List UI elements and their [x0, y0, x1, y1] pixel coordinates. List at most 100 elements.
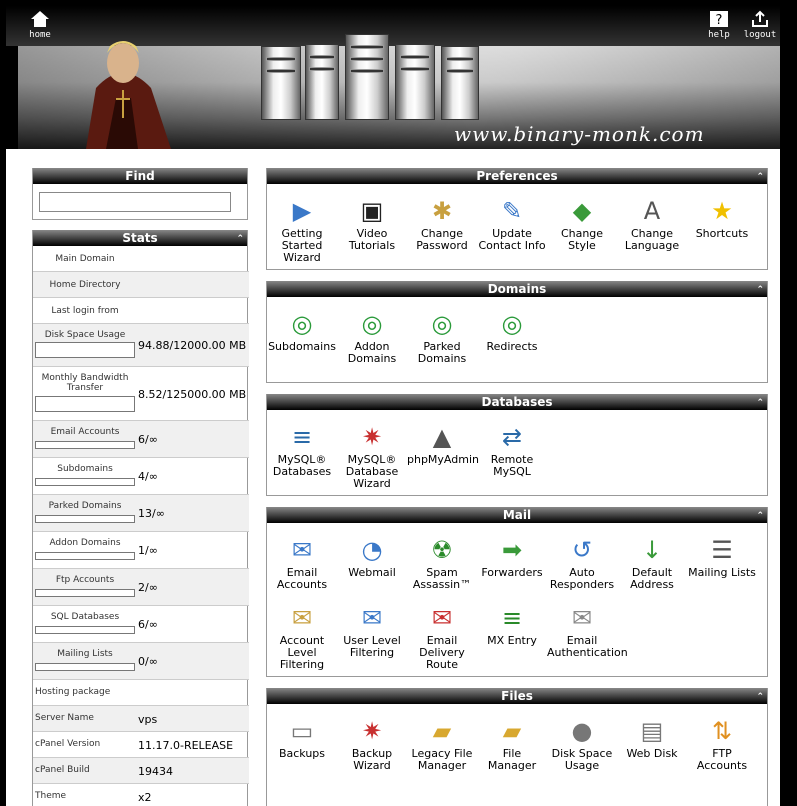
preferences-item-update-contact-info[interactable]: ✎ Update Contact Info	[477, 196, 547, 252]
stat-label: Home Directory	[49, 280, 121, 290]
files-item-ftp-accounts[interactable]: ⇅ FTP Accounts	[687, 716, 757, 772]
collapse-icon[interactable]: ⌃	[756, 689, 764, 705]
envelope-icon: ✉	[291, 536, 313, 564]
mail-item-spam-assassin[interactable]: ☢ Spam Assassin™	[407, 535, 477, 591]
home-label: home	[29, 30, 51, 40]
files-item-backups[interactable]: ▭ Backups	[267, 716, 337, 760]
webmail-icon: ◔	[361, 536, 383, 564]
item-label: Remote MySQL	[490, 453, 534, 478]
folder-icon: ▰	[432, 717, 452, 745]
globe-icon: ◎	[501, 310, 523, 338]
stat-value: 94.88/12000.00 MB	[138, 339, 247, 352]
files-item-legacy-file-manager[interactable]: ▰ Legacy File Manager	[407, 716, 477, 772]
phpmyadmin-icon: ▲	[432, 423, 452, 451]
help-label: help	[708, 30, 730, 40]
item-label: Email Authentication	[547, 634, 628, 659]
preferences-panel: Preferences ⌃ ▶ Getting Started Wizard ▣ Vide…	[266, 168, 768, 270]
wizard-icon: ▶	[292, 197, 312, 225]
stat-row: cPanel Version 11.17.0-RELEASE	[33, 732, 249, 758]
item-label: Legacy File Manager	[411, 747, 473, 772]
mail-item-email-accounts[interactable]: ✉ Email Accounts	[267, 535, 337, 591]
stat-row: Theme x2	[33, 784, 249, 806]
stat-label: cPanel Build	[35, 765, 90, 775]
databases-item-remote-mysql[interactable]: ⇄ Remote MySQL	[477, 422, 547, 478]
collapse-icon[interactable]: ⌃	[756, 508, 764, 524]
stat-label: Ftp Accounts	[55, 575, 115, 585]
stat-label: Monthly Bandwidth Transfer	[41, 373, 129, 393]
item-label: Default Address	[630, 566, 674, 591]
files-item-backup-wizard[interactable]: ✷ Backup Wizard	[337, 716, 407, 772]
item-label: Change Style	[560, 227, 604, 252]
logout-button[interactable]: logout	[740, 10, 780, 40]
stat-label: Mailing Lists	[57, 649, 113, 659]
mail-item-default-address[interactable]: ↓ Default Address	[617, 535, 687, 591]
stat-row: Server Name vps	[33, 706, 249, 732]
spamassassin-icon: ☢	[431, 536, 453, 564]
domains-item-parked-domains[interactable]: ◎ Parked Domains	[407, 309, 477, 365]
preferences-item-change-language[interactable]: A Change Language	[617, 196, 687, 252]
mail-item-account-level-filtering[interactable]: ✉ Account Level Filtering	[267, 603, 337, 671]
globe-icon: ◎	[431, 310, 453, 338]
stat-row: Parked Domains 13/∞	[33, 495, 249, 532]
domains-item-addon-domains[interactable]: ◎ Addon Domains	[337, 309, 407, 365]
mail-item-user-level-filtering[interactable]: ✉ User Level Filtering	[337, 603, 407, 659]
preferences-item-shortcuts[interactable]: ★ Shortcuts	[687, 196, 757, 240]
mail-panel-header: Mail ⌃	[267, 507, 767, 523]
item-label: Web Disk	[626, 747, 678, 760]
preferences-item-change-style[interactable]: ◆ Change Style	[547, 196, 617, 252]
mail-item-email-authentication[interactable]: ✉ Email Authentication	[547, 603, 628, 659]
item-label: Forwarders	[481, 566, 543, 579]
databases-item-mysql-database-wizard[interactable]: ✷ MySQL® Database Wizard	[337, 422, 407, 490]
item-label: Mailing Lists	[688, 566, 756, 579]
mail-item-mx-entry[interactable]: ≡ MX Entry	[477, 603, 547, 647]
item-label: Subdomains	[268, 340, 336, 353]
palette-icon: ◆	[572, 197, 592, 225]
route-icon: ✉	[431, 604, 453, 632]
auth-icon: ✉	[571, 604, 593, 632]
databases-item-mysql-databases[interactable]: ≡ MySQL® Databases	[267, 422, 337, 478]
domains-item-redirects[interactable]: ◎ Redirects	[477, 309, 547, 353]
preferences-item-getting-started-wizard[interactable]: ▶ Getting Started Wizard	[267, 196, 337, 264]
files-item-file-manager[interactable]: ▰ File Manager	[477, 716, 547, 772]
help-icon: ?	[709, 10, 729, 28]
item-label: Update Contact Info	[478, 227, 546, 252]
collapse-icon[interactable]: ⌃	[236, 231, 244, 247]
header: home ? help logout www.binary-monk.com	[6, 6, 780, 149]
files-item-disk-space-usage[interactable]: ● Disk Space Usage	[547, 716, 617, 772]
mail-item-auto-responders[interactable]: ↺ Auto Responders	[547, 535, 617, 591]
item-label: Auto Responders	[549, 566, 615, 591]
domains-item-subdomains[interactable]: ◎ Subdomains	[267, 309, 337, 353]
databases-item-phpmyadmin[interactable]: ▲ phpMyAdmin	[407, 422, 479, 466]
mail-item-webmail[interactable]: ◔ Webmail	[337, 535, 407, 579]
clapperboard-icon: ▣	[360, 197, 384, 225]
files-item-web-disk[interactable]: ▤ Web Disk	[617, 716, 687, 760]
item-label: Redirects	[486, 340, 538, 353]
preferences-item-video-tutorials[interactable]: ▣ Video Tutorials	[337, 196, 407, 252]
collapse-icon[interactable]: ⌃	[756, 282, 764, 298]
mail-panel: Mail ⌃ ✉ Email Accounts ◔ Webmail ☢ Spam Assass…	[266, 507, 768, 677]
stat-value: vps	[138, 713, 158, 726]
backup-icon: ▭	[290, 717, 314, 745]
default-address-icon: ↓	[641, 536, 663, 564]
item-label: Webmail	[348, 566, 396, 579]
usage-bar	[35, 552, 135, 560]
collapse-icon[interactable]: ⌃	[756, 395, 764, 411]
mysql-icon: ≡	[291, 423, 313, 451]
language-icon: A	[643, 197, 661, 225]
cpanel-page: home ? help logout www.binary-monk.com F…	[6, 6, 780, 806]
stat-row: Hosting package	[33, 680, 249, 706]
list-icon: ☰	[711, 536, 733, 564]
filter-icon: ✉	[291, 604, 313, 632]
home-button[interactable]: home	[20, 10, 60, 40]
mail-item-forwarders[interactable]: ➡ Forwarders	[477, 535, 547, 579]
usage-bar	[35, 663, 135, 671]
help-button[interactable]: ? help	[699, 10, 739, 40]
find-title: Find	[33, 168, 247, 184]
mail-item-mailing-lists[interactable]: ☰ Mailing Lists	[687, 535, 757, 579]
preferences-item-change-password[interactable]: ✱ Change Password	[407, 196, 477, 252]
item-label: Email Delivery Route	[419, 634, 465, 671]
stat-row: SQL Databases 6/∞	[33, 606, 249, 643]
collapse-icon[interactable]: ⌃	[756, 169, 764, 185]
mail-item-email-delivery-route[interactable]: ✉ Email Delivery Route	[407, 603, 477, 671]
find-input[interactable]	[39, 192, 231, 212]
